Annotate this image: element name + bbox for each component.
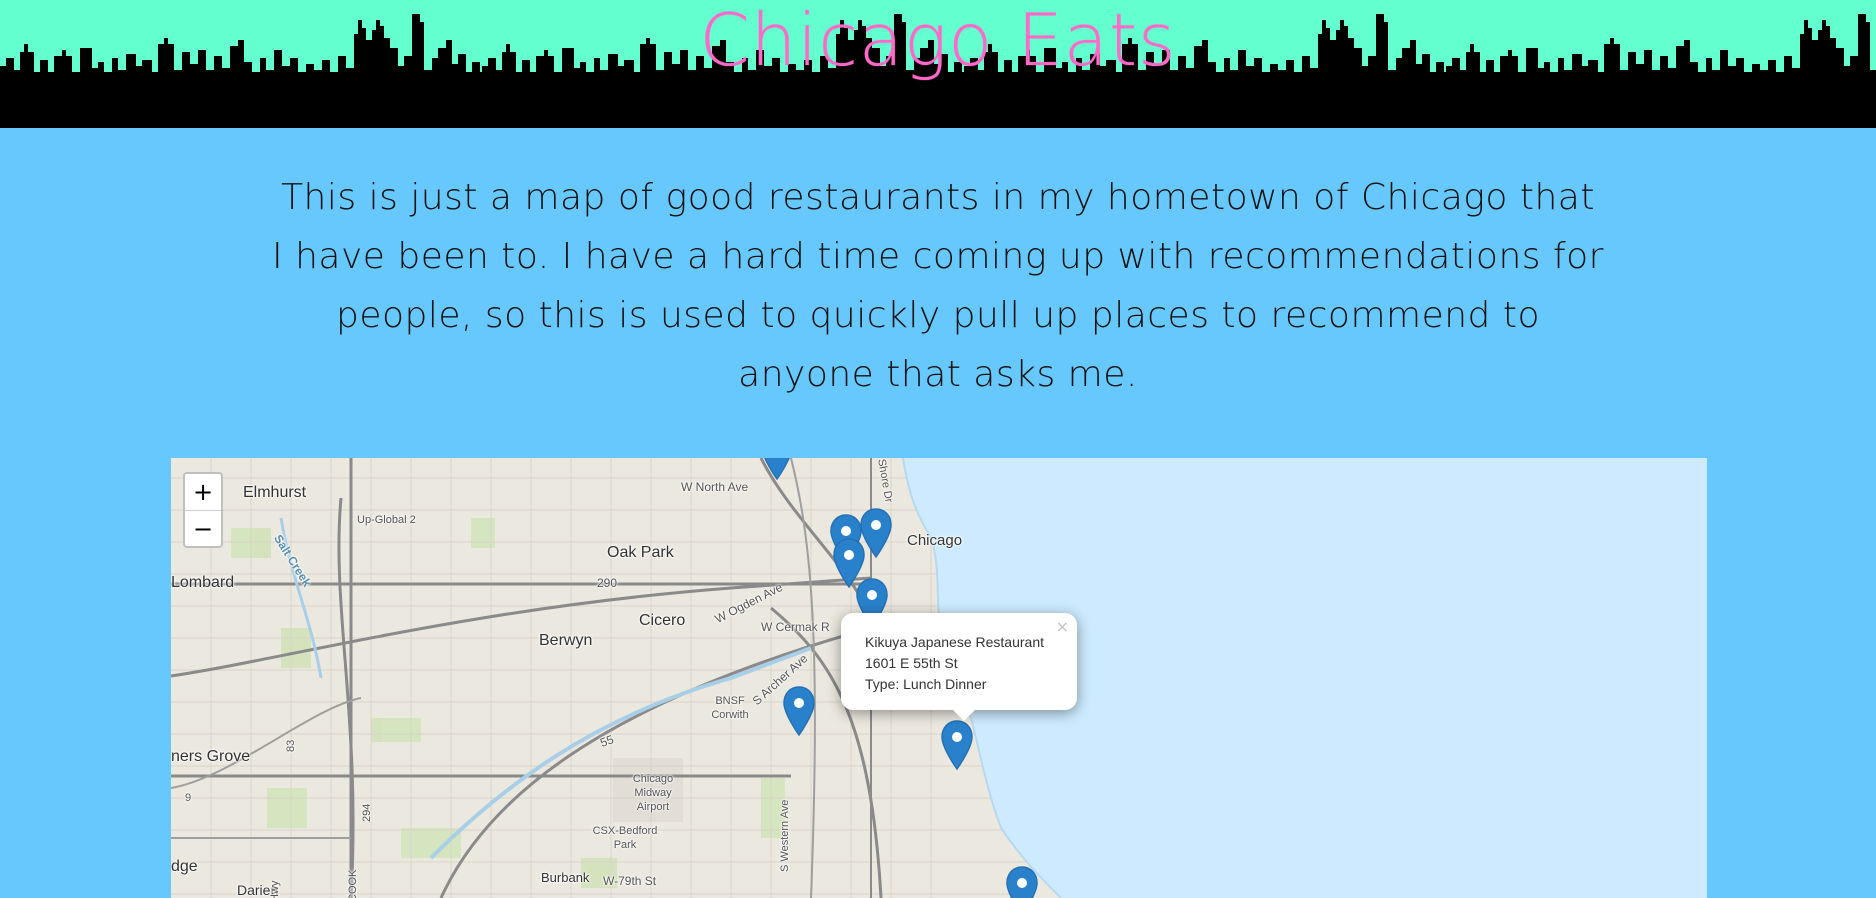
label-oak-park: Oak Park (607, 544, 674, 561)
zoom-in-button[interactable]: + (185, 474, 221, 510)
label-edge: dge (171, 858, 198, 875)
restaurant-popup: × Kikuya Japanese Restaurant 1601 E 55th… (841, 613, 1077, 721)
label-hwy: Hwy (269, 880, 281, 898)
popup-close-button[interactable]: × (1056, 617, 1069, 636)
label-lombard: Lombard (171, 574, 235, 591)
map-marker-icon[interactable] (1005, 866, 1039, 898)
label-83: 83 (285, 739, 297, 752)
intro-text: This is just a map of good restaurants i… (272, 177, 1604, 395)
popup-content: Kikuya Japanese Restaurant 1601 E 55th S… (865, 632, 1044, 695)
label-downers-grove: ners Grove (171, 748, 251, 765)
map-marker-icon[interactable] (760, 458, 794, 480)
label-cook: COOK (347, 869, 359, 898)
popup-type: Type: Lunch Dinner (865, 676, 987, 692)
label-bnsf-corwith: BNSF Corwith (711, 695, 749, 721)
label-290: 290 (597, 576, 618, 590)
zoom-out-button[interactable]: − (185, 510, 221, 546)
label-up-global: Up-Global 2 (357, 514, 416, 526)
label-w-cermak: W Cermak R (761, 620, 830, 634)
map-container[interactable]: Elmhurst Up-Global 2 W North Ave Chicago… (171, 458, 1707, 898)
popup-restaurant-name: Kikuya Japanese Restaurant (865, 634, 1044, 650)
label-burbank: Burbank (541, 870, 590, 885)
zoom-control: + − (183, 472, 223, 548)
label-chicago-midway: Chicago Midway Airport (632, 773, 674, 813)
popup-address: 1601 E 55th St (865, 655, 958, 671)
label-9: 9 (185, 792, 192, 804)
label-chicago: Chicago (907, 532, 963, 549)
label-berwyn: Berwyn (539, 632, 593, 649)
site-header: Chicago Eats (0, 0, 1876, 128)
map-marker-icon[interactable] (940, 720, 974, 770)
label-s-western-ave: S Western Ave (779, 799, 791, 872)
popup-tip (952, 709, 976, 721)
label-294: 294 (361, 803, 373, 822)
site-title: Chicago Eats (699, 0, 1177, 82)
label-w-north-ave: W North Ave (681, 480, 749, 494)
label-csx-bedford: CSX-Bedford Park (592, 825, 658, 851)
label-w-79th-st: W-79th St (603, 874, 657, 888)
map-marker-icon[interactable] (782, 686, 816, 736)
label-cicero: Cicero (639, 612, 686, 629)
label-elmhurst: Elmhurst (243, 484, 307, 501)
